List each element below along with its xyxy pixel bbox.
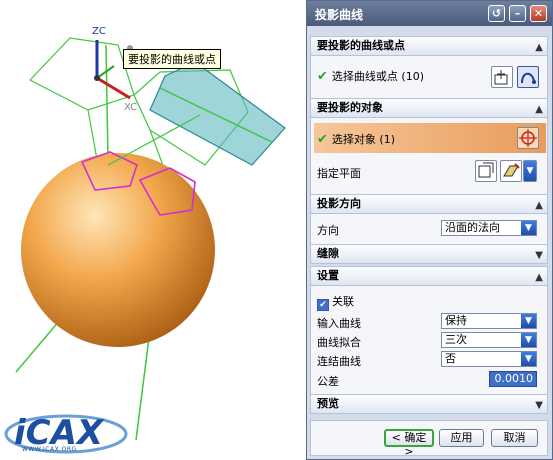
projection-line — [105, 44, 109, 161]
dialog-titlebar[interactable]: 投影曲线 ↺ – ✕ — [307, 1, 552, 26]
direction-select[interactable]: 沿面的法向 ▼ — [441, 220, 537, 236]
chevron-down-icon: ▼ — [521, 314, 536, 328]
select-object-row[interactable]: ✔ 选择对象 (1) — [317, 131, 395, 147]
sphere-body — [21, 153, 215, 347]
section-direction-header[interactable]: 投影方向 ▲ — [310, 194, 548, 214]
apply-button[interactable]: 应用 — [439, 429, 484, 447]
section-preview-header[interactable]: 预览 ▼ — [310, 394, 548, 414]
section-settings-header[interactable]: 设置 ▲ — [310, 266, 548, 286]
direction-value: 沿面的法向 — [445, 221, 500, 234]
chevron-down-icon: ▼ — [521, 333, 536, 347]
graphics-viewport[interactable]: ZC XC 要投影的曲线或点 iCAX WWW.ICAX.ORG — [0, 0, 306, 460]
specify-plane-label: 指定平面 — [317, 167, 361, 180]
close-icon[interactable]: ✕ — [530, 5, 547, 22]
section-objects-title: 要投影的对象 — [317, 101, 383, 114]
minimize-icon[interactable]: – — [509, 5, 526, 22]
chevron-down-icon: ▼ — [521, 352, 536, 366]
chevron-up-icon: ▲ — [535, 200, 543, 211]
section-preview-title: 预览 — [317, 397, 339, 410]
direction-label: 方向 — [317, 224, 339, 237]
check-icon: ✔ — [317, 69, 328, 84]
logo-subtext: WWW.ICAX.ORG — [22, 446, 77, 453]
reset-icon[interactable]: ↺ — [488, 5, 505, 22]
xc-axis — [96, 76, 131, 100]
section-curves-header[interactable]: 要投影的曲线或点 ▲ — [310, 36, 548, 56]
join-curve-select[interactable]: 否 ▼ — [441, 351, 537, 367]
chevron-down-icon: ▼ — [535, 250, 543, 261]
curve-fit-select[interactable]: 三次 ▼ — [441, 332, 537, 348]
input-curve-label: 输入曲线 — [317, 317, 361, 330]
inferred-plane-icon[interactable] — [500, 160, 522, 182]
select-object-label: 选择对象 (1) — [331, 133, 395, 146]
curve-fit-label: 曲线拟合 — [317, 336, 361, 349]
chevron-up-icon: ▲ — [535, 272, 543, 283]
cancel-button[interactable]: 取消 — [491, 429, 538, 447]
check-icon: ✔ — [317, 132, 328, 147]
projection-line — [15, 319, 61, 373]
join-curve-value: 否 — [445, 352, 456, 365]
associative-label: 关联 — [332, 295, 354, 308]
projection-line — [135, 329, 151, 441]
input-curve-select[interactable]: 保持 ▼ — [441, 313, 537, 329]
section-settings-title: 设置 — [317, 269, 339, 282]
dialog-footer: < 确定 > 应用 取消 — [310, 420, 548, 458]
tooltip: 要投影的曲线或点 — [123, 49, 221, 69]
chevron-down-icon: ▼ — [521, 221, 536, 235]
chevron-down-icon: ▼ — [535, 400, 543, 411]
section-objects-header[interactable]: 要投影的对象 ▲ — [310, 98, 548, 118]
xc-axis-label: XC — [124, 102, 138, 113]
curve-select-icon[interactable] — [517, 66, 539, 88]
select-curves-row[interactable]: ✔ 选择曲线或点 (10) — [317, 68, 424, 84]
section-settings-body: ✔ 关联 输入曲线 保持 ▼ 曲线拟合 三次 ▼ 连结曲线 否 ▼ 公差 0.00… — [310, 286, 548, 394]
chevron-up-icon: ▲ — [535, 42, 543, 53]
section-objects-body: ✔ 选择对象 (1) 指定平面 ▼ — [310, 118, 548, 194]
source-curve — [29, 37, 135, 111]
section-gap-header[interactable]: 缝隙 ▼ — [310, 244, 548, 264]
section-direction-body: 方向 沿面的法向 ▼ — [310, 214, 548, 244]
section-curves-body: ✔ 选择曲线或点 (10) — [310, 56, 548, 98]
section-direction-title: 投影方向 — [317, 197, 361, 210]
zc-axis-label: ZC — [92, 26, 106, 37]
model-scene — [15, 37, 286, 441]
checkbox-checked-icon: ✔ — [317, 299, 329, 311]
section-curves-title: 要投影的曲线或点 — [317, 39, 405, 52]
project-curve-dialog: 投影曲线 ↺ – ✕ 要投影的曲线或点 ▲ ✔ 选择曲线或点 (10) 要投影的对… — [306, 0, 553, 460]
dialog-title: 投影曲线 — [315, 8, 364, 22]
join-curve-label: 连结曲线 — [317, 355, 361, 368]
yc-axis — [96, 65, 115, 79]
section-gap-title: 缝隙 — [317, 247, 339, 260]
crosshair-select-icon[interactable] — [517, 127, 539, 149]
plane-dropdown-icon[interactable]: ▼ — [523, 160, 537, 182]
select-curves-label: 选择曲线或点 (10) — [331, 70, 424, 83]
tolerance-input[interactable]: 0.0010 — [489, 371, 537, 387]
curve-fit-value: 三次 — [445, 333, 467, 346]
plane-dialog-icon[interactable] — [475, 160, 497, 182]
chevron-up-icon: ▲ — [535, 104, 543, 115]
add-curve-icon[interactable] — [491, 66, 513, 88]
associative-checkbox[interactable]: ✔ 关联 — [317, 293, 354, 311]
ok-button[interactable]: < 确定 > — [384, 429, 434, 458]
input-curve-value: 保持 — [445, 314, 467, 327]
tolerance-label: 公差 — [317, 375, 339, 388]
